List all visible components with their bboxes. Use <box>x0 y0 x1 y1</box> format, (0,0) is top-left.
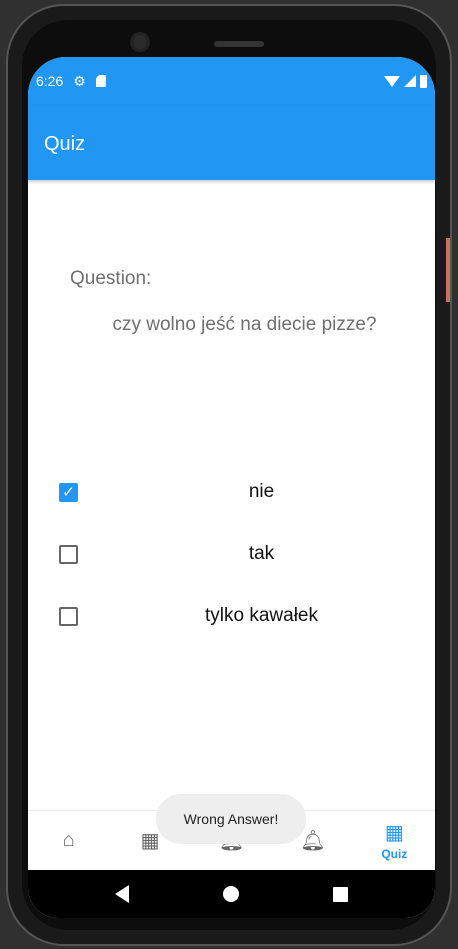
app-bar: Quiz <box>28 105 435 180</box>
signal-icon <box>404 75 416 87</box>
system-navigation-bar <box>28 870 435 918</box>
question-label: Question: <box>70 268 152 289</box>
question-text: czy wolno jeść na diecie pizze? <box>112 314 377 335</box>
option-label: tylko kawałek <box>205 605 318 626</box>
option-label: tak <box>248 543 275 564</box>
home-circle-icon[interactable] <box>223 886 239 902</box>
speaker <box>214 41 264 47</box>
camera <box>130 32 150 52</box>
nav-home[interactable]: ⌂ <box>28 811 109 870</box>
nav-quiz-label: Quiz <box>381 847 408 861</box>
checkbox[interactable] <box>59 544 78 564</box>
back-icon[interactable] <box>115 885 129 903</box>
option-label: nie <box>248 481 275 502</box>
status-time: 6:26 <box>36 73 64 89</box>
bell-icon: 🔔︎ <box>300 830 326 852</box>
toast-message: Wrong Answer! <box>156 794 306 844</box>
answer-option-tak[interactable]: tak <box>28 534 435 574</box>
gear-icon: ⚙ <box>73 72 86 89</box>
battery-icon <box>420 74 427 88</box>
dashboard-icon: ▦ <box>384 822 404 844</box>
home-icon: ⌂ <box>62 829 75 851</box>
checkbox[interactable] <box>59 606 78 626</box>
power-button <box>446 238 450 302</box>
screen: 6:26 ⚙ Quiz Question: czy wolno jeść na … <box>28 57 435 918</box>
status-bar: 6:26 ⚙ <box>28 57 435 105</box>
sd-card-icon <box>95 75 106 87</box>
nav-quiz[interactable]: ▦ Quiz <box>354 811 435 870</box>
app-title: Quiz <box>44 133 86 155</box>
answer-option-tylko-kawalek[interactable]: tylko kawałek <box>28 596 435 636</box>
answer-option-nie[interactable]: ✓ nie <box>28 472 435 512</box>
dashboard-icon: ▦ <box>140 830 160 852</box>
wifi-icon <box>384 75 400 87</box>
checkbox-checked[interactable]: ✓ <box>59 482 78 502</box>
recents-icon[interactable] <box>333 886 348 902</box>
